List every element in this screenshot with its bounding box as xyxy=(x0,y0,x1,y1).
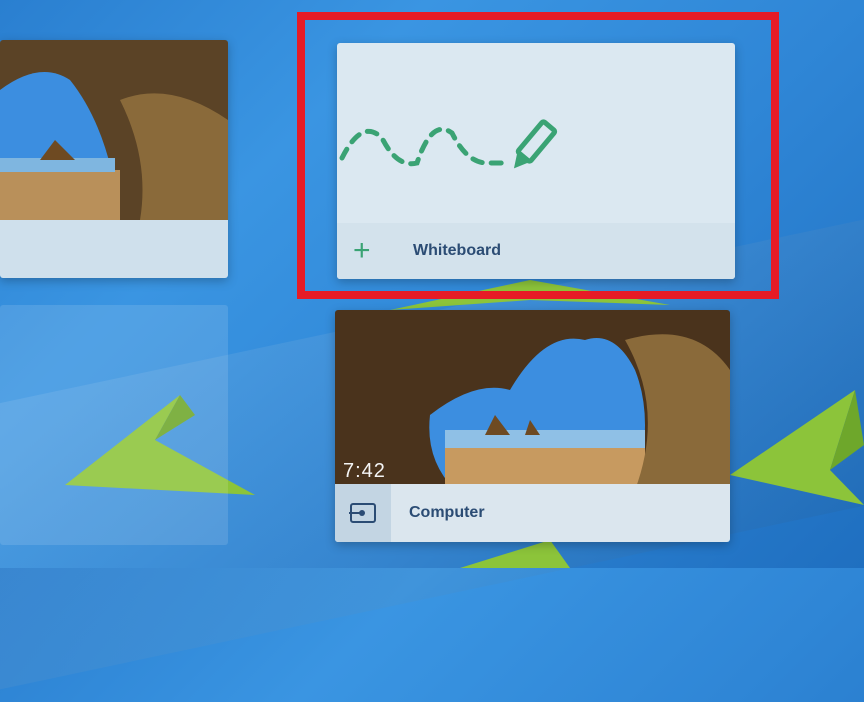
empty-source-card[interactable] xyxy=(0,305,228,545)
computer-card[interactable]: Computer xyxy=(335,310,730,542)
left-card-bar xyxy=(0,220,228,278)
green-leaf-right xyxy=(730,390,864,505)
cave-wallpaper-thumbnail xyxy=(0,40,228,220)
cave-wallpaper-thumbnail xyxy=(335,310,730,490)
red-highlight-box xyxy=(297,12,779,299)
clock-time: 7:42 xyxy=(343,460,386,482)
left-source-card[interactable] xyxy=(0,40,228,278)
computer-label: Computer xyxy=(409,504,485,521)
computer-card-bar: Computer xyxy=(335,484,730,542)
green-leaf-bottom xyxy=(460,540,570,568)
input-source-icon[interactable] xyxy=(335,484,391,542)
